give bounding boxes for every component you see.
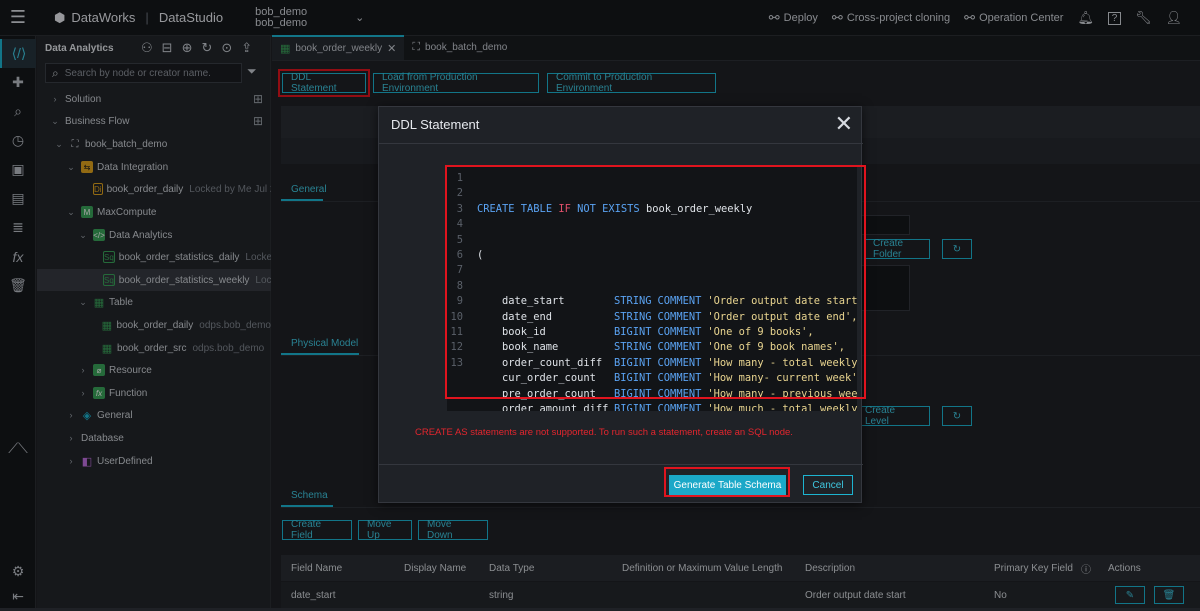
code-column-name: order_amount_diff [502, 403, 609, 411]
dialog-footer-divider [379, 464, 863, 465]
code-comment-keyword: COMMENT [657, 403, 702, 411]
code-line-column: order_amount_diff BIGINT COMMENT 'How much … [463, 402, 857, 411]
dialog-title: DDL Statement [391, 117, 480, 132]
code-highlight-box [445, 165, 866, 399]
dialog-header-divider [379, 143, 863, 144]
cancel-button[interactable]: Cancel [803, 475, 853, 495]
code-column-type: BIGINT [614, 403, 652, 411]
unsupported-error-message: CREATE AS statements are not supported. … [415, 427, 793, 438]
generate-highlight-box [664, 467, 790, 497]
code-comment-string: 'How much - total weekly [707, 403, 857, 411]
close-icon[interactable]: ✕ [835, 111, 853, 137]
